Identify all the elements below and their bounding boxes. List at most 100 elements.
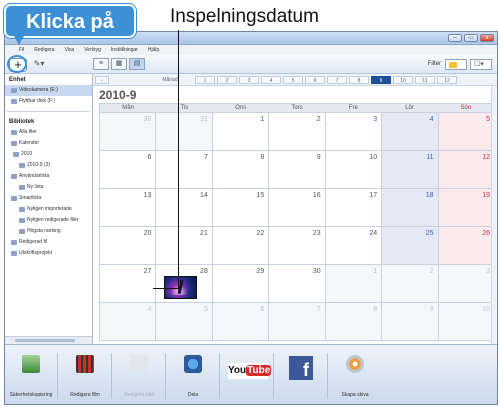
calendar-day-cell[interactable]: 9 <box>269 151 326 189</box>
calendar-day-cell[interactable]: 5 <box>156 303 213 341</box>
calendar-day-cell[interactable]: 10 <box>438 303 495 341</box>
calendar-day-cell[interactable]: 22 <box>212 227 270 265</box>
menu-help[interactable]: Hjälp <box>148 47 159 53</box>
calendar-day-cell[interactable]: 21 <box>156 227 213 265</box>
calendar-day-cell[interactable]: 1 <box>212 113 270 151</box>
calendar-view-icon[interactable]: ▤ <box>129 58 145 70</box>
filter-type-dropdown[interactable] <box>445 59 467 70</box>
sidebar-item-recent-edited[interactable]: Nyligen redigerade filer <box>5 215 92 226</box>
calendar-day-cell[interactable]: 15 <box>212 189 270 227</box>
camera-icon <box>11 88 17 93</box>
calendar-day-cell[interactable]: 7 <box>269 303 326 341</box>
edit-tool-button[interactable]: ✎▾ <box>29 59 49 71</box>
month-button[interactable]: 8 <box>349 76 369 84</box>
sidebar-item-edited-file[interactable]: Redigerad fil <box>5 237 92 248</box>
sidebar-item-label: 2010 <box>21 151 33 157</box>
menu-file[interactable]: Fil <box>19 47 24 53</box>
sidebar-item-print-project[interactable]: Utskriftsprojekt <box>5 248 92 259</box>
menu-tools[interactable]: Verktyg <box>84 47 101 53</box>
calendar-day-cell[interactable]: 9 <box>382 303 439 341</box>
day-number: 7 <box>203 154 208 161</box>
calendar-day-cell[interactable]: 31 <box>156 113 213 151</box>
calendar-day-cell[interactable]: 19 <box>438 189 495 227</box>
prev-year-button[interactable]: ‹ <box>95 76 109 84</box>
calendar-day-cell[interactable]: 10 <box>325 151 383 189</box>
month-button[interactable]: 10 <box>393 76 413 84</box>
sidebar-item-year[interactable]: 2010 <box>5 149 92 160</box>
sidebar-item-calendar[interactable]: Kalender <box>5 138 92 149</box>
minimize-button[interactable]: – <box>448 34 462 42</box>
calendar-day-cell[interactable]: 11 <box>382 151 439 189</box>
sidebar-item-camera[interactable]: Videokamera (E:) <box>5 85 92 96</box>
calendar-day-cell[interactable]: 2 <box>269 113 326 151</box>
calendar-day-cell[interactable]: 5 <box>438 113 495 151</box>
calendar-day-cell[interactable]: 27 <box>100 265 157 303</box>
calendar-day-cell[interactable]: 6 <box>212 303 270 341</box>
calendar-day-cell[interactable]: 8 <box>325 303 383 341</box>
calendar-day-cell[interactable]: 4 <box>100 303 157 341</box>
month-button[interactable]: 3 <box>239 76 259 84</box>
calendar-day-cell[interactable]: 20 <box>100 227 157 265</box>
sidebar-item-top-rated[interactable]: Högsta ranking <box>5 226 92 237</box>
calendar-day-cell[interactable]: 23 <box>269 227 326 265</box>
month-button[interactable]: 1 <box>195 76 215 84</box>
youtube-button[interactable]: YouTube <box>225 351 272 401</box>
calendar-day-cell[interactable]: 25 <box>382 227 439 265</box>
calendar-day-cell[interactable]: 18 <box>382 189 439 227</box>
month-button[interactable]: 9 <box>371 76 391 84</box>
calendar-day-cell[interactable]: 30 <box>269 265 326 303</box>
month-button[interactable]: 11 <box>415 76 435 84</box>
list-view-icon[interactable]: ≡ <box>93 58 109 70</box>
calendar-day-cell[interactable]: 29 <box>212 265 270 303</box>
calendar-day-cell[interactable]: 28 <box>156 265 213 303</box>
calendar-day-cell[interactable]: 12 <box>438 151 495 189</box>
calendar-day-cell[interactable]: 26 <box>438 227 495 265</box>
sidebar-item-month[interactable]: 2010-9 (3) <box>5 160 92 171</box>
maximize-button[interactable]: ▭ <box>464 34 478 42</box>
backup-button[interactable]: Säkerhetskopiering <box>9 351 53 401</box>
create-disc-button[interactable]: Skapa skiva <box>333 351 377 401</box>
sidebar-item-new-list[interactable]: Ny lista <box>5 182 92 193</box>
menu-edit[interactable]: Redigera <box>34 47 54 53</box>
list-icon <box>19 218 25 223</box>
calendar-day-cell[interactable]: 8 <box>212 151 270 189</box>
calendar-day-cell[interactable]: 13 <box>100 189 157 227</box>
sidebar-item-user-list[interactable]: Användarlista <box>5 171 92 182</box>
calendar-day-cell[interactable]: 1 <box>325 265 383 303</box>
calendar-day-cell[interactable]: 3 <box>438 265 495 303</box>
thumbnail-view-icon[interactable]: ▦ <box>111 58 127 70</box>
calendar-day-cell[interactable]: 7 <box>156 151 213 189</box>
month-button[interactable]: 2 <box>217 76 237 84</box>
month-button[interactable]: 7 <box>327 76 347 84</box>
menu-view[interactable]: Visa <box>65 47 75 53</box>
day-number: 7 <box>316 306 321 313</box>
calendar-day-cell[interactable]: 3 <box>325 113 383 151</box>
calendar-day-cell[interactable]: 6 <box>100 151 157 189</box>
day-number: 23 <box>312 230 321 237</box>
calendar-day-cell[interactable]: 2 <box>382 265 439 303</box>
edit-movie-button[interactable]: Redigera film <box>63 351 107 401</box>
sidebar-scrollbar[interactable] <box>5 336 92 344</box>
close-button[interactable]: x <box>480 34 494 42</box>
sidebar-item-all-files[interactable]: Alla filer <box>5 127 92 138</box>
month-button[interactable]: 12 <box>437 76 457 84</box>
month-button[interactable]: 4 <box>261 76 281 84</box>
share-button[interactable]: Dela <box>171 351 215 401</box>
edit-image-button[interactable]: Redigera bild <box>117 351 161 401</box>
facebook-button[interactable]: f <box>279 351 323 401</box>
month-button[interactable]: 5 <box>283 76 303 84</box>
filter-rating-dropdown[interactable]: ☐▾ <box>470 59 492 70</box>
calendar-day-cell[interactable]: 4 <box>382 113 439 151</box>
calendar-day-cell[interactable]: 17 <box>325 189 383 227</box>
sidebar-item-removable-disk[interactable]: Flyttbar disk (F:) <box>5 96 92 107</box>
menu-settings[interactable]: Inställningar <box>111 47 138 53</box>
calendar-scrollbar[interactable] <box>491 86 497 344</box>
month-button[interactable]: 6 <box>305 76 325 84</box>
callout-bubble: Klicka på <box>4 4 136 38</box>
sidebar-item-smart-list[interactable]: Smartlista <box>5 193 92 204</box>
calendar-day-cell[interactable]: 16 <box>269 189 326 227</box>
calendar-day-cell[interactable]: 14 <box>156 189 213 227</box>
sidebar-item-recent-import[interactable]: Nyligen importerade <box>5 204 92 215</box>
calendar-day-cell[interactable]: 24 <box>325 227 383 265</box>
calendar-day-cell[interactable]: 30 <box>100 113 157 151</box>
